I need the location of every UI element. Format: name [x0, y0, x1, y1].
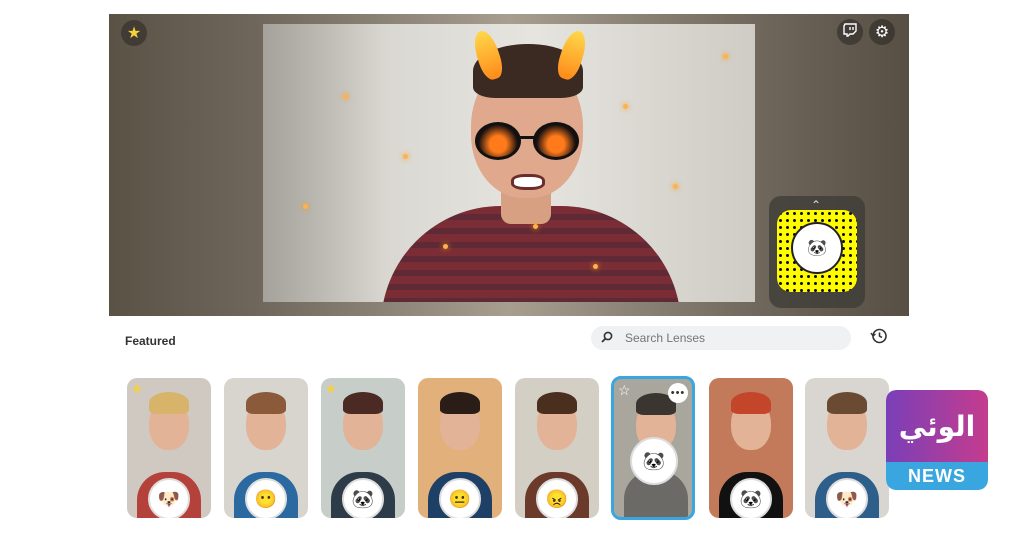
star-icon: ★	[126, 25, 142, 42]
lens-card[interactable]: ★ 🐼	[321, 378, 405, 518]
lens-thumbnail-hair	[827, 392, 867, 414]
camera-preview: ★ ⚙ ⌃ 🐼	[109, 14, 909, 316]
lens-icon: 😠	[536, 478, 578, 518]
section-title: Featured	[125, 334, 176, 348]
lens-card[interactable]: 🐶	[805, 378, 889, 518]
lens-card[interactable]: 😶	[224, 378, 308, 518]
news-watermark-logo: الوئي NEWS	[886, 390, 988, 490]
lens-thumbnail-hair	[343, 392, 383, 414]
favorite-star-icon[interactable]: ★	[325, 381, 337, 397]
gear-icon: ⚙	[874, 24, 890, 41]
watermark-label: NEWS	[886, 462, 988, 490]
lens-face-icon: 🐼	[791, 222, 843, 274]
lens-studio-window: ★ ⚙ ⌃ 🐼 Featured ★🐶😶★🐼�	[109, 14, 909, 538]
search-bar[interactable]	[591, 326, 851, 350]
webcam-video	[263, 24, 755, 302]
star-outline-icon[interactable]: ☆	[618, 382, 631, 399]
lens-icon: 😐	[439, 478, 481, 518]
watermark-logo-mark: الوئي	[886, 390, 988, 462]
more-options-icon[interactable]: •••	[668, 383, 688, 403]
lens-thumbnail-hair	[537, 392, 577, 414]
lens-thumbnail-hair	[149, 392, 189, 414]
history-button[interactable]	[867, 326, 891, 350]
lens-card[interactable]: ☆ ••• 🐼	[611, 376, 695, 520]
lens-icon: 🐼	[730, 478, 772, 518]
lens-card[interactable]: 😐	[418, 378, 502, 518]
lens-panel: Featured ★🐶😶★🐼😐😠☆•••🐼🐼🐶	[109, 316, 909, 538]
lens-thumbnail-hair	[731, 392, 771, 414]
lens-card[interactable]: 😠	[515, 378, 599, 518]
favorite-star-icon[interactable]: ★	[131, 381, 143, 397]
history-icon	[870, 327, 888, 350]
lens-icon: 😶	[245, 478, 287, 518]
search-input[interactable]	[625, 331, 825, 345]
lens-icon: 🐼	[630, 437, 678, 485]
lens-thumbnail-hair	[440, 392, 480, 414]
snapcode-card[interactable]: ⌃ 🐼	[769, 196, 865, 308]
lens-icon: 🐼	[342, 478, 384, 518]
lens-icon: 🐶	[826, 478, 868, 518]
twitch-icon	[843, 22, 857, 42]
lens-icon: 🐶	[148, 478, 190, 518]
lens-carousel: ★ 🐶 😶 ★ 🐼 😐 😠 ☆ ••• 🐼 🐼 🐶	[125, 376, 905, 538]
lens-thumbnail-hair	[246, 392, 286, 414]
twitch-button[interactable]	[837, 19, 863, 45]
lens-card[interactable]: ★ 🐶	[127, 378, 211, 518]
search-icon	[601, 331, 615, 345]
settings-button[interactable]: ⚙	[869, 19, 895, 45]
lens-card[interactable]: 🐼	[709, 378, 793, 518]
favorite-button[interactable]: ★	[121, 20, 147, 46]
